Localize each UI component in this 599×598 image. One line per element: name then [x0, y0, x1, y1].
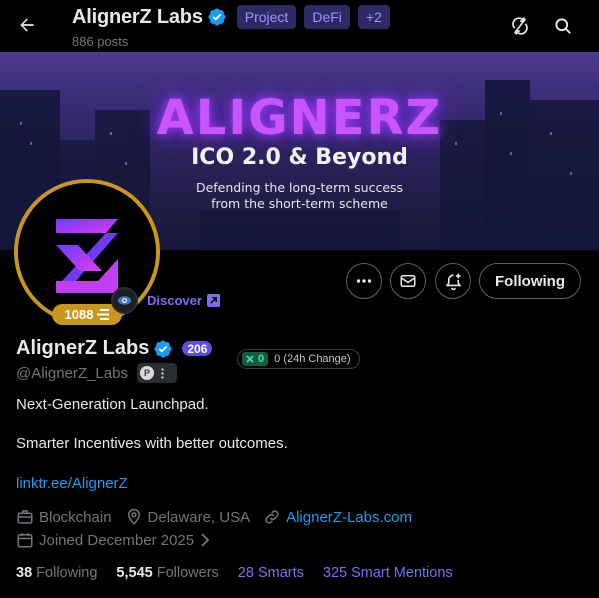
- tag-project[interactable]: Project: [236, 5, 297, 29]
- profile-name: AlignerZ Labs: [16, 337, 150, 359]
- followers-label: Followers: [156, 565, 219, 581]
- location-pin-icon: [127, 508, 140, 525]
- x-logo-icon: [246, 355, 254, 363]
- calendar-icon: [17, 533, 33, 548]
- eye-icon: [117, 296, 132, 305]
- change-label: 0 (24h Change): [274, 353, 351, 365]
- profile-handle: @AlignerZ_Labs: [16, 364, 128, 382]
- bio-line-2: Smarter Incentives with better outcomes.: [16, 435, 288, 452]
- handle-row: @AlignerZ_Labs P: [16, 363, 177, 383]
- bars-icon: [97, 309, 110, 320]
- more-button[interactable]: [346, 263, 382, 299]
- joined-row[interactable]: Joined December 2025: [16, 531, 224, 549]
- profile-name-row: AlignerZ Labs 206: [16, 337, 213, 360]
- handle-chip[interactable]: P: [136, 363, 177, 383]
- sync-button[interactable]: [503, 9, 537, 43]
- banner-headline: ICO 2.0 & Beyond: [191, 145, 408, 170]
- top-bar: AlignerZ Labs Project DeFi +2 886 posts: [0, 0, 599, 52]
- post-count: 886 posts: [72, 34, 129, 49]
- location-item: Delaware, USA: [125, 508, 251, 526]
- smarts-stat[interactable]: 28 Smarts: [238, 565, 304, 581]
- search-icon: [555, 18, 571, 34]
- discover-avatar-button[interactable]: [111, 287, 138, 314]
- tag-more[interactable]: +2: [357, 5, 390, 29]
- briefcase-icon: [17, 510, 33, 524]
- banner-logo: ALIGNERZ: [156, 90, 443, 146]
- change-pill[interactable]: 0 0 (24h Change): [237, 349, 360, 369]
- following-label: Following: [36, 565, 98, 581]
- vertical-dots-icon: [161, 367, 164, 379]
- category-item: Blockchain: [16, 508, 112, 526]
- p-badge-icon: P: [139, 366, 154, 380]
- discover-label: Discover: [147, 293, 202, 308]
- external-arrow-icon: [206, 294, 220, 307]
- discover-link[interactable]: Discover: [147, 293, 220, 308]
- mail-icon: [400, 275, 416, 287]
- score-value: 1088: [64, 307, 94, 322]
- bio-line-1: Next-Generation Launchpad.: [16, 396, 209, 413]
- following-stat[interactable]: 38 Following: [16, 565, 97, 581]
- verified-badge-icon: [208, 8, 226, 26]
- link-icon: [265, 510, 279, 524]
- bell-plus-icon: [445, 273, 461, 290]
- following-button[interactable]: Following: [479, 263, 581, 299]
- meta-row: Blockchain Delaware, USA AlignerZ-Labs.c…: [16, 508, 425, 526]
- joined-text: Joined December 2025: [39, 531, 195, 549]
- message-button[interactable]: [390, 263, 426, 299]
- following-count: 38: [16, 565, 33, 581]
- joined-item[interactable]: Joined December 2025: [16, 531, 211, 549]
- followers-count: 5,545: [116, 565, 153, 581]
- verified-badge-icon: [154, 339, 172, 358]
- tag-defi[interactable]: DeFi: [304, 5, 350, 29]
- more-dots-icon: [356, 279, 372, 283]
- arrow-left-icon: [20, 18, 34, 32]
- followers-stat[interactable]: 5,545 Followers: [116, 565, 218, 581]
- chevron-right-icon: [201, 533, 210, 547]
- count-badge[interactable]: 206: [182, 341, 213, 356]
- sync-icon: [512, 17, 528, 35]
- smart-mentions-stat[interactable]: 325 Smart Mentions: [323, 565, 453, 581]
- location-text: Delaware, USA: [147, 508, 251, 526]
- back-button[interactable]: [10, 8, 44, 42]
- change-value-box: 0: [242, 352, 269, 366]
- change-value: 0: [258, 353, 265, 365]
- score-badge[interactable]: 1088: [52, 304, 122, 325]
- website-item[interactable]: AlignerZ-Labs.com: [263, 508, 412, 526]
- search-button[interactable]: [546, 9, 580, 43]
- website-link[interactable]: AlignerZ-Labs.com: [286, 509, 412, 526]
- header-title: AlignerZ Labs: [72, 5, 203, 28]
- category-text: Blockchain: [39, 508, 112, 526]
- notify-button[interactable]: [435, 263, 471, 299]
- bio-link[interactable]: linktr.ee/AlignerZ: [16, 475, 128, 492]
- stats-row: 38 Following 5,545 Followers 28 Smarts 3…: [16, 565, 472, 581]
- header-title-block: AlignerZ Labs Project DeFi +2 886 posts: [72, 5, 390, 49]
